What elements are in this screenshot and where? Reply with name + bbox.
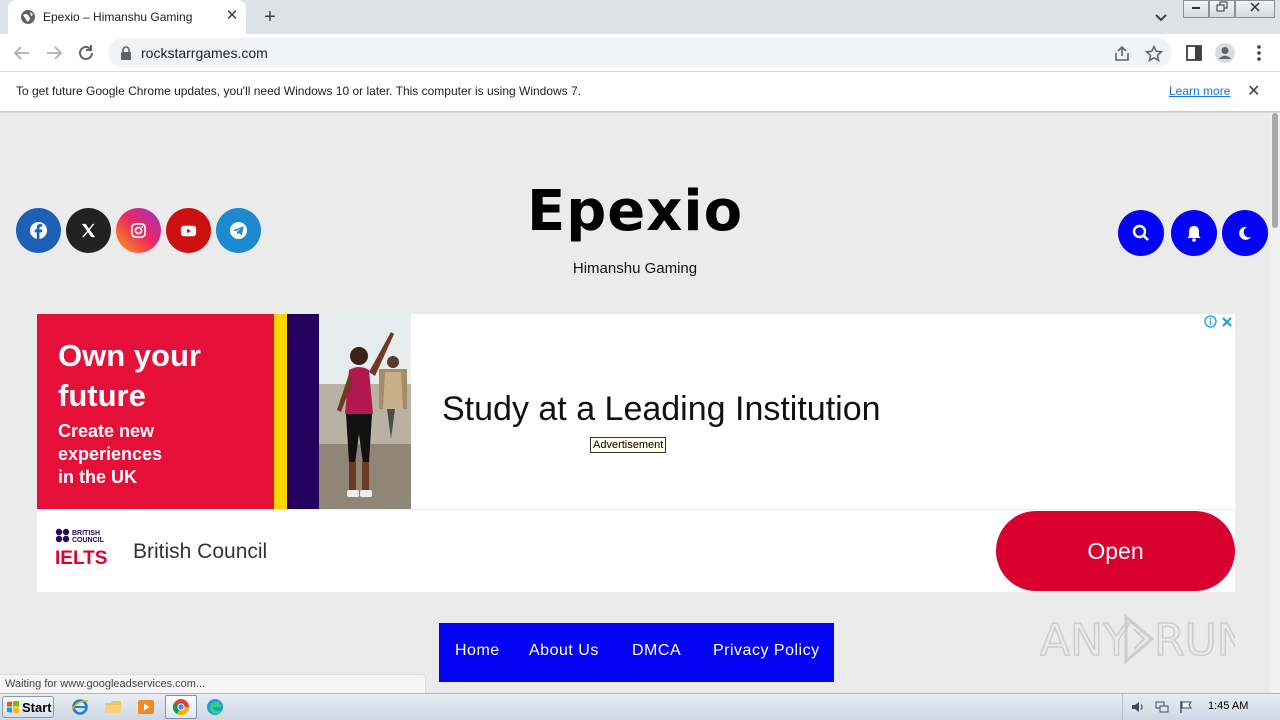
ad-slogan: Own your future — [58, 336, 201, 416]
url-text[interactable]: rockstarrgames.com — [141, 45, 268, 61]
menu-item-dmca[interactable]: DMCA — [632, 642, 681, 660]
window-close-button[interactable] — [1235, 0, 1275, 18]
ad-subtext-line1: Create new — [58, 421, 155, 441]
chevron-down-icon[interactable] — [1152, 8, 1170, 26]
forward-arrow-icon[interactable] — [43, 42, 65, 64]
site-title[interactable]: Epexio — [0, 179, 1270, 244]
ad-headline[interactable]: Study at a Leading Institution — [442, 390, 881, 429]
chrome-icon — [172, 699, 190, 716]
status-bubble: Waiting for www.googleadservices.com... — [0, 674, 426, 693]
dark-mode-button[interactable] — [1222, 210, 1268, 256]
browser-tab[interactable]: Epexio – Himanshu Gaming ✕ — [8, 0, 246, 34]
ad-yellow-stripe — [274, 314, 287, 509]
learn-more-link[interactable]: Learn more — [1169, 84, 1230, 98]
side-panel-icon[interactable] — [1183, 42, 1205, 64]
svg-text:ANY: ANY — [1040, 615, 1130, 666]
system-tray — [1122, 694, 1280, 720]
web-page: Epexio Himanshu Gaming Own your future C… — [0, 113, 1270, 693]
menu-item-about[interactable]: About Us — [529, 642, 599, 660]
moon-icon — [1239, 226, 1251, 240]
ad-photo[interactable] — [319, 314, 411, 509]
new-tab-button[interactable]: + — [259, 6, 281, 28]
profile-avatar-icon[interactable] — [1214, 42, 1236, 64]
logo-text-council: COUNCIL — [72, 537, 105, 544]
taskbar-clock: 1:45 AM — [1208, 700, 1249, 712]
ad-red-panel[interactable]: Own your future Create new experiences i… — [37, 314, 274, 509]
file-explorer-icon[interactable] — [104, 698, 122, 716]
bell-icon — [1187, 226, 1201, 242]
ad-subtext: Create new experiences in the UK — [58, 420, 162, 489]
british-council-ielts-logo: BRITISH COUNCIL IELTS — [55, 528, 107, 569]
tab-close-icon[interactable]: ✕ — [224, 8, 240, 24]
info-message: To get future Google Chrome updates, you… — [16, 84, 582, 98]
volume-icon[interactable] — [1131, 700, 1145, 714]
ad-close-icon[interactable] — [1221, 316, 1233, 328]
ad-subtext-line2: experiences — [58, 444, 163, 464]
search-button[interactable] — [1118, 210, 1164, 256]
ad-slogan-line2: future — [58, 378, 146, 413]
restore-button[interactable] — [1209, 0, 1235, 18]
advertiser-name[interactable]: British Council — [133, 540, 267, 564]
tab-strip: Epexio – Himanshu Gaming ✕ + — [0, 0, 1280, 34]
minimize-button[interactable] — [1183, 0, 1209, 18]
reload-icon[interactable] — [75, 42, 97, 64]
logo-text-british: BRITISH — [72, 530, 100, 537]
open-button[interactable]: Open — [996, 511, 1235, 591]
advertisement[interactable]: Own your future Create new experiences i… — [37, 314, 1235, 592]
globe-icon — [21, 10, 35, 24]
ad-slogan-line1: Own your — [58, 338, 201, 373]
search-icon — [1132, 224, 1149, 241]
back-arrow-icon[interactable] — [11, 42, 33, 64]
logo-text-ielts: IELTS — [55, 548, 107, 569]
ad-subtext-line3: in the UK — [58, 467, 137, 487]
menu-dots-icon[interactable] — [1248, 42, 1270, 64]
ad-label: Advertisement — [590, 437, 667, 453]
lock-icon[interactable] — [120, 46, 132, 60]
address-bar[interactable]: rockstarrgames.com — [108, 38, 1172, 68]
minimize-icon — [1192, 7, 1200, 9]
edge-icon[interactable] — [206, 698, 224, 716]
network-icon[interactable] — [1155, 700, 1169, 714]
chrome-taskbar-button[interactable] — [165, 695, 197, 719]
windows-logo-icon — [7, 700, 19, 714]
windows-taskbar: Start 1:45 AM — [0, 693, 1280, 720]
ad-divider — [37, 509, 1235, 510]
notification-button[interactable] — [1171, 210, 1217, 256]
close-icon — [1250, 2, 1260, 12]
ad-info-icon[interactable] — [1204, 315, 1217, 328]
menu-item-home[interactable]: Home — [455, 642, 500, 660]
tab-title: Epexio – Himanshu Gaming — [43, 10, 193, 24]
infobar-close-icon[interactable]: ✕ — [1247, 81, 1260, 101]
browser-toolbar: rockstarrgames.com — [0, 34, 1280, 72]
action-center-flag-icon[interactable] — [1179, 700, 1193, 714]
share-icon[interactable] — [1113, 45, 1131, 63]
update-info-bar: To get future Google Chrome updates, you… — [0, 72, 1280, 112]
site-nav-menu: Home About Us DMCA Privacy Policy — [439, 623, 834, 682]
restore-icon — [1216, 1, 1228, 12]
ad-purple-stripe — [287, 314, 319, 509]
anyrun-watermark: ANY RUN — [1040, 613, 1235, 667]
menu-item-privacy[interactable]: Privacy Policy — [713, 642, 820, 660]
start-label: Start — [22, 700, 52, 715]
internet-explorer-icon[interactable] — [71, 698, 89, 716]
bookmark-star-icon[interactable] — [1145, 45, 1163, 63]
svg-text:RUN: RUN — [1154, 615, 1235, 666]
start-button[interactable]: Start — [2, 696, 54, 718]
page-scrollbar[interactable] — [1270, 113, 1280, 693]
site-tagline: Himanshu Gaming — [572, 260, 698, 277]
media-player-icon[interactable] — [137, 698, 155, 716]
scrollbar-thumb[interactable] — [1272, 113, 1278, 228]
